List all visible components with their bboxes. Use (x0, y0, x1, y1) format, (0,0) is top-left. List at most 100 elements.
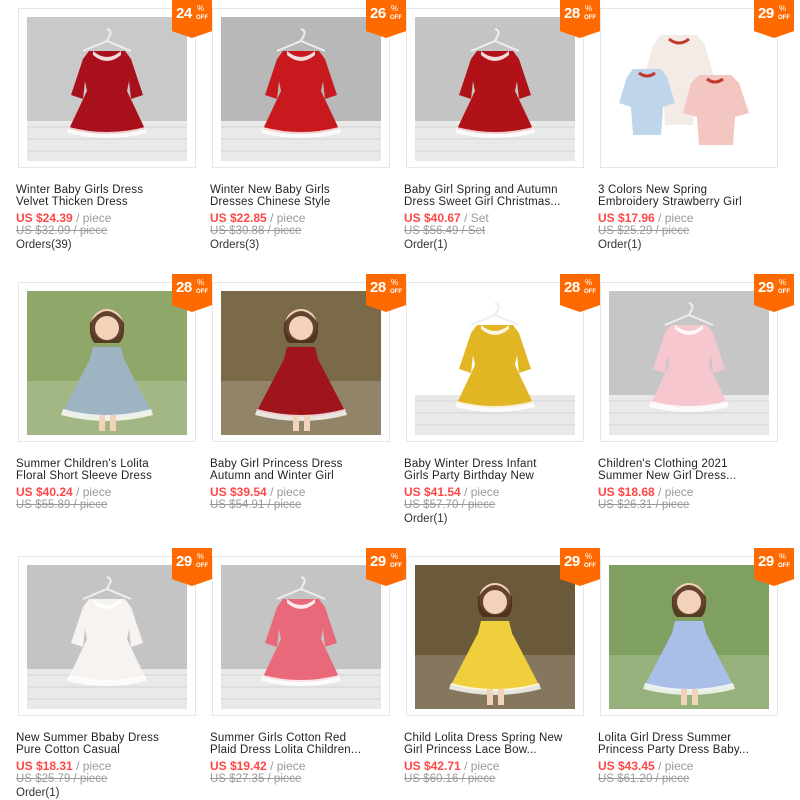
product-title[interactable]: Baby Girl Spring and Autumn Dress Sweet … (404, 184, 590, 208)
percent-symbol: % (585, 552, 593, 561)
percent-symbol: % (197, 4, 205, 13)
product-price: US $22.85 / piece (210, 211, 305, 225)
off-label: OFF (778, 289, 790, 295)
product-price: US $18.31 / piece (16, 759, 111, 773)
current-price: US $24.39 (16, 211, 73, 225)
product-thumbnail[interactable] (406, 282, 584, 442)
off-label: OFF (584, 15, 596, 21)
product-thumbnail[interactable] (406, 556, 584, 716)
price-unit: / piece (76, 485, 112, 499)
off-label: OFF (390, 289, 402, 295)
product-title[interactable]: Winter Baby Girls Dress Velvet Thicken D… (16, 184, 202, 208)
product-title[interactable]: Baby Winter Dress Infant Girls Party Bir… (404, 458, 590, 482)
orders-count: Orders(39) (16, 239, 72, 251)
product-price: US $43.45 / piece (598, 759, 693, 773)
current-price: US $39.54 (210, 485, 267, 499)
off-label: OFF (390, 563, 402, 569)
product-image[interactable] (221, 565, 381, 709)
off-label: OFF (196, 563, 208, 569)
discount-value: 29 (758, 553, 774, 570)
product-thumbnail[interactable] (18, 556, 196, 716)
current-price: US $17.96 (598, 211, 655, 225)
price-unit: / piece (658, 759, 694, 773)
product-image[interactable] (415, 291, 575, 435)
product-image[interactable] (609, 291, 769, 435)
product-thumbnail[interactable] (18, 282, 196, 442)
discount-value: 29 (758, 279, 774, 296)
original-price: US $60.16 / piece (404, 773, 496, 785)
off-label: OFF (778, 15, 790, 21)
current-price: US $22.85 (210, 211, 267, 225)
original-price: US $25.29 / piece (598, 225, 690, 237)
product-price: US $42.71 / piece (404, 759, 499, 773)
product-image[interactable] (27, 565, 187, 709)
discount-value: 29 (758, 5, 774, 22)
discount-value: 26 (370, 5, 386, 22)
product-image[interactable] (609, 565, 769, 709)
discount-badge: 24 % OFF (172, 0, 212, 38)
product-thumbnail[interactable] (212, 8, 390, 168)
product-thumbnail[interactable] (600, 282, 778, 442)
percent-symbol: % (391, 278, 399, 287)
product-title[interactable]: Summer Girls Cotton Red Plaid Dress Loli… (210, 732, 396, 756)
product-title[interactable]: Child Lolita Dress Spring New Girl Princ… (404, 732, 590, 756)
product-image[interactable] (27, 291, 187, 435)
off-label: OFF (584, 289, 596, 295)
original-price: US $61.20 / piece (598, 773, 690, 785)
product-image[interactable] (221, 17, 381, 161)
current-price: US $40.67 (404, 211, 461, 225)
product-title[interactable]: 3 Colors New Spring Embroidery Strawberr… (598, 184, 784, 208)
discount-value: 29 (564, 553, 580, 570)
product-title[interactable]: Winter New Baby Girls Dresses Chinese St… (210, 184, 396, 208)
price-unit: / piece (270, 485, 306, 499)
product-image[interactable] (415, 565, 575, 709)
product-image[interactable] (415, 17, 575, 161)
orders-count: Order(1) (404, 239, 448, 251)
product-image[interactable] (27, 17, 187, 161)
discount-value: 28 (564, 279, 580, 296)
product-title[interactable]: Children's Clothing 2021 Summer New Girl… (598, 458, 784, 482)
price-unit: / piece (76, 211, 112, 225)
product-thumbnail[interactable] (18, 8, 196, 168)
original-price: US $25.79 / piece (16, 773, 108, 785)
price-unit: / piece (270, 211, 306, 225)
original-price: US $55.89 / piece (16, 499, 108, 511)
product-title[interactable]: New Summer Bbaby Dress Pure Cotton Casua… (16, 732, 202, 756)
off-label: OFF (584, 563, 596, 569)
price-unit: / piece (658, 211, 694, 225)
product-title[interactable]: Lolita Girl Dress Summer Princess Party … (598, 732, 784, 756)
product-title[interactable]: Summer Children's Lolita Floral Short Sl… (16, 458, 202, 482)
original-price: US $27.35 / piece (210, 773, 302, 785)
orders-count: Order(1) (16, 787, 60, 799)
original-price: US $57.70 / piece (404, 499, 496, 511)
product-price: US $24.39 / piece (16, 211, 111, 225)
product-image[interactable] (609, 17, 769, 161)
product-thumbnail[interactable] (212, 282, 390, 442)
product-image[interactable] (221, 291, 381, 435)
price-unit: / piece (76, 759, 112, 773)
original-price: US $26.31 / piece (598, 499, 690, 511)
off-label: OFF (390, 15, 402, 21)
discount-value: 29 (370, 553, 386, 570)
original-price: US $56.49 / Set (404, 225, 486, 237)
product-title[interactable]: Baby Girl Princess Dress Autumn and Wint… (210, 458, 396, 482)
price-unit: / piece (464, 759, 500, 773)
product-thumbnail[interactable] (406, 8, 584, 168)
current-price: US $19.42 (210, 759, 267, 773)
orders-count: Orders(3) (210, 239, 260, 251)
percent-symbol: % (197, 552, 205, 561)
product-price: US $40.24 / piece (16, 485, 111, 499)
product-thumbnail[interactable] (212, 556, 390, 716)
discount-badge: 29 % OFF (560, 548, 600, 586)
discount-value: 28 (370, 279, 386, 296)
off-label: OFF (778, 563, 790, 569)
percent-symbol: % (585, 4, 593, 13)
product-thumbnail[interactable] (600, 8, 778, 168)
original-price: US $54.91 / piece (210, 499, 302, 511)
product-thumbnail[interactable] (600, 556, 778, 716)
discount-badge: 29 % OFF (754, 0, 794, 38)
product-price: US $18.68 / piece (598, 485, 693, 499)
price-unit: / Set (464, 211, 489, 225)
off-label: OFF (196, 289, 208, 295)
percent-symbol: % (779, 278, 787, 287)
